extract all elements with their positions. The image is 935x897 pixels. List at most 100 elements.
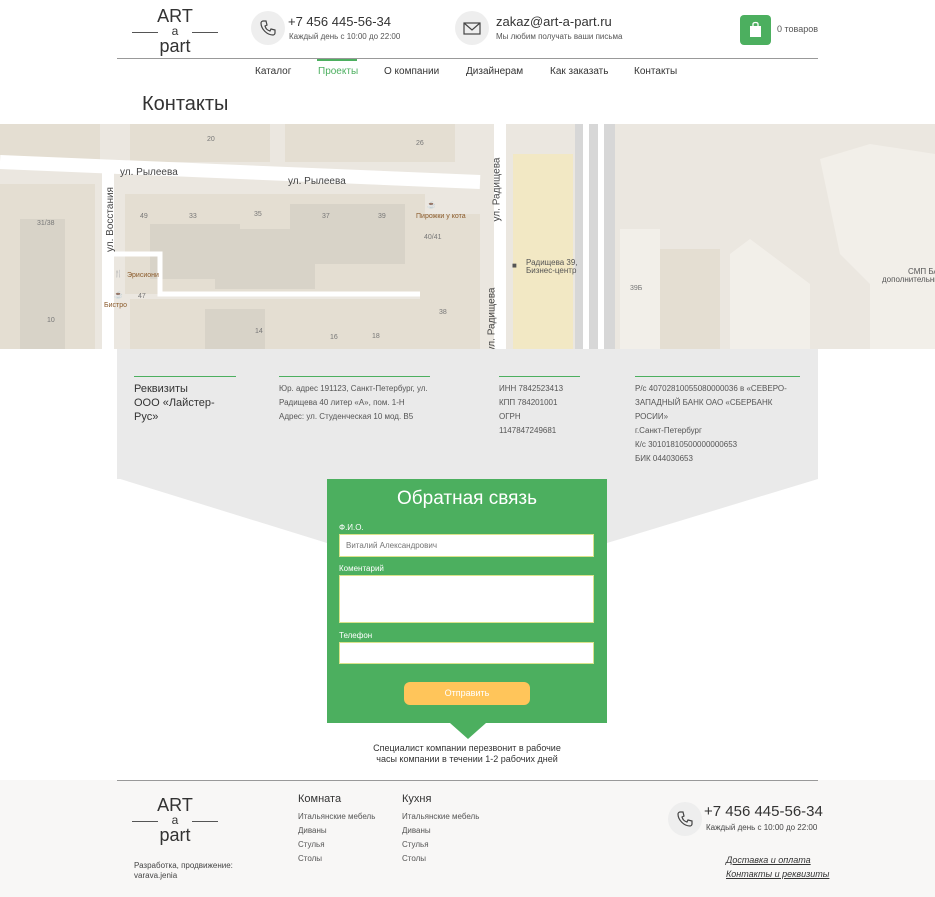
map-house-number: 35 [254, 211, 262, 218]
comment-textarea[interactable] [339, 575, 594, 623]
map-street-radishcheva-1: ул. Радищева [491, 157, 503, 222]
footer-phone-number[interactable]: +7 456 445-56-34 [704, 803, 823, 820]
footer-kitchen-title: Кухня [402, 793, 432, 805]
map-house-number: 47 [138, 293, 146, 300]
requisites-codes: ИНН 7842523413 КПП 784201001 ОГРН 114784… [499, 376, 580, 438]
footer-link-delivery[interactable]: Доставка и оплата [726, 855, 811, 865]
mail-icon [455, 11, 489, 45]
main-nav: Каталог Проекты О компании Дизайнерам Ка… [0, 66, 935, 82]
feedback-note: Специалист компании перезвонит в рабочие… [327, 743, 607, 765]
feedback-note-line2: часы компании в течении 1-2 рабочих дней [376, 754, 558, 764]
footer-credit-label: Разработка, продвижение: [134, 861, 233, 870]
nav-item-how-to-order[interactable]: Как заказать [550, 66, 608, 77]
logo-text-part: part [159, 36, 191, 56]
logo-text-art: ART [157, 6, 193, 26]
fio-input[interactable] [339, 534, 594, 557]
requisites-actual-address: Адрес: ул. Студенческая 10 мод. В5 [279, 412, 414, 421]
footer-logo[interactable]: ART a part [132, 796, 218, 845]
footer-phone-hours: Каждый день с 10:00 до 22:00 [706, 823, 818, 832]
footer-divider [117, 780, 818, 781]
cart-button[interactable] [740, 15, 771, 45]
logo-text-a: a [132, 814, 218, 826]
map-house-number: 49 [140, 213, 148, 220]
requisites-legal-address-1: Юр. адрес 191123, Санкт-Петербург, ул. [279, 384, 428, 393]
map-poi-pirozhki[interactable]: ☕ [427, 201, 436, 209]
page-title: Контакты [142, 93, 229, 115]
header-divider [117, 58, 818, 59]
requisites-ogrn: ОГРН 1147847249681 [499, 412, 557, 435]
footer-room-link[interactable]: Стулья [298, 840, 325, 849]
nav-item-contacts[interactable]: Контакты [634, 66, 677, 77]
requisites-inn: ИНН 7842523413 [499, 384, 564, 393]
map-house-number: 39Б [630, 285, 643, 292]
requisites-bank-bik: БИК 044030653 [635, 454, 693, 463]
logo-text-a: a [132, 25, 218, 37]
logo-text-part: part [159, 825, 191, 845]
submit-button[interactable]: Отправить [404, 682, 530, 705]
footer-kitchen-link[interactable]: Стулья [402, 840, 429, 849]
fio-label: Ф.И.О. [339, 523, 364, 532]
phone-label: Телефон [339, 631, 373, 640]
phone-icon [251, 11, 285, 45]
map-poi-pirozhki-label[interactable]: Пирожки у кота [416, 213, 466, 220]
requisites-company: Реквизиты ООО «Лайстер-Рус» [134, 376, 236, 424]
nav-item-catalog[interactable]: Каталог [255, 66, 291, 77]
cafe-icon: ☕ [427, 202, 436, 209]
requisites-legal-address-2: Радищева 40 литер «А», пом. 1-Н [279, 398, 405, 407]
footer-kitchen-link[interactable]: Диваны [402, 826, 431, 835]
requisites-divider [279, 376, 430, 377]
shopping-bag-icon [750, 21, 761, 37]
map-poi-smp-office[interactable]: дополнительный офис [882, 275, 935, 284]
requisites-address: Юр. адрес 191123, Санкт-Петербург, ул. Р… [279, 376, 430, 424]
map-street-ryleeva-1: ул. Рылеева [120, 167, 178, 178]
nav-item-projects[interactable]: Проекты [318, 66, 358, 77]
nav-item-designers[interactable]: Дизайнерам [466, 66, 523, 77]
footer-phone-icon [668, 802, 702, 836]
requisites-bank: Р/с 40702810055080000036 в «СЕВЕРО- ЗАПА… [635, 376, 800, 466]
requisites-bank-line2: ЗАПАДНЫЙ БАНК ОАО «СБЕРБАНК РОСИИ» [635, 398, 773, 421]
header-logo[interactable]: ART a part [132, 6, 218, 56]
header-email[interactable]: zakaz@art-a-part.ru [496, 14, 612, 29]
footer-credit: Разработка, продвижение: varava.jenia [134, 861, 233, 881]
footer-room-link[interactable]: Итальянские мебель [298, 812, 375, 821]
map-canvas [0, 124, 935, 349]
map-street-radishcheva-2: ул. Радищева [486, 287, 498, 349]
header-phone-number[interactable]: +7 456 445-56-34 [288, 14, 391, 29]
requisites-label: Реквизиты [134, 383, 188, 395]
footer-credit-author[interactable]: varava.jenia [134, 871, 233, 881]
requisites-bank-line1: Р/с 40702810055080000036 в «СЕВЕРО- [635, 384, 787, 393]
map-poi-business-center-2[interactable]: Бизнес-центр [526, 266, 576, 275]
phone-input[interactable] [339, 642, 594, 664]
location-map[interactable]: ул. Рылеева ул. Рылеева ул. Восстания ул… [0, 124, 935, 349]
requisites-divider [134, 376, 236, 377]
header-email-note: Мы любим получать ваши письма [496, 32, 623, 41]
cafe-icon-2: ☕ [114, 292, 123, 299]
footer-room-link[interactable]: Диваны [298, 826, 327, 835]
cart-count[interactable]: 0 товаров [777, 24, 818, 34]
nav-item-about[interactable]: О компании [384, 66, 439, 77]
map-street-vosstaniya: ул. Восстания [104, 187, 116, 252]
map-house-number: 14 [255, 328, 263, 335]
requisites-kpp: КПП 784201001 [499, 398, 558, 407]
footer-link-contacts[interactable]: Контакты и реквизиты [726, 869, 829, 879]
map-house-number: 10 [47, 317, 55, 324]
nav-active-indicator [317, 59, 357, 61]
feedback-note-line1: Специалист компании перезвонит в рабочие [373, 743, 561, 753]
map-house-number: 20 [207, 136, 215, 143]
requisites-company-name: ООО «Лайстер-Рус» [134, 397, 215, 423]
footer-kitchen-link[interactable]: Столы [402, 854, 426, 863]
map-poi-erisioni[interactable]: Эрисиони [127, 272, 159, 279]
footer-kitchen-link[interactable]: Итальянские мебель [402, 812, 479, 821]
map-house-number: 16 [330, 334, 338, 341]
map-house-number: 26 [416, 140, 424, 147]
map-house-number: 37 [322, 213, 330, 220]
map-house-number: 38 [439, 309, 447, 316]
feedback-form: Обратная связь Ф.И.О. Коментарий Телефон… [327, 479, 607, 723]
map-poi-bistro[interactable]: Бистро [104, 302, 127, 309]
map-house-number: 40/41 [424, 234, 442, 241]
map-house-number: 18 [372, 333, 380, 340]
requisites-bank-line3: г.Санкт-Петербург [635, 426, 702, 435]
restaurant-icon: 🍴 [114, 271, 123, 278]
footer-room-link[interactable]: Столы [298, 854, 322, 863]
feedback-form-title: Обратная связь [397, 488, 537, 509]
